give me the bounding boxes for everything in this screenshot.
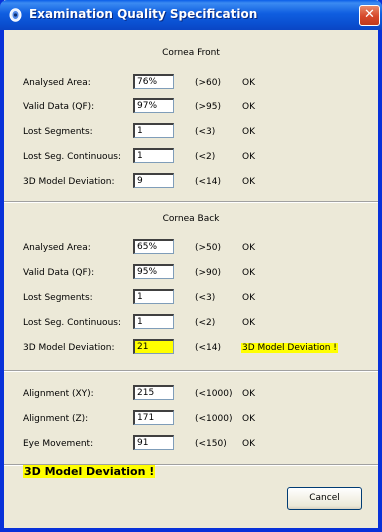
row-range: (>90)	[195, 268, 222, 278]
row-label: Eye Movement:	[23, 439, 94, 449]
value-field[interactable]: 1	[133, 314, 174, 329]
value-field[interactable]: 171	[133, 410, 174, 425]
row-label: Analysed Area:	[23, 243, 91, 253]
row-range: (>50)	[195, 243, 222, 253]
row-status: OK	[242, 243, 255, 253]
dialog-window: Examination Quality Specification ✕ Corn…	[0, 0, 382, 532]
row-label: Alignment (Z):	[23, 414, 89, 424]
row-status: OK	[242, 318, 255, 328]
row-range: (<1000)	[195, 389, 233, 399]
row-label: Valid Data (QF):	[23, 268, 95, 278]
section-divider	[4, 370, 378, 372]
row-status: OK	[242, 78, 255, 88]
dialog-content: Cornea Front Analysed Area: 76% (>60) OK…	[4, 30, 378, 528]
row-label: Lost Segments:	[23, 293, 93, 303]
window-title: Examination Quality Specification	[29, 7, 258, 21]
row-status: OK	[242, 127, 255, 137]
row-range: (>95)	[195, 102, 222, 112]
row-status: OK	[242, 268, 255, 278]
row-range: (>60)	[195, 78, 222, 88]
row-label: 3D Model Deviation:	[23, 177, 115, 187]
row-label: Lost Seg. Continuous:	[23, 152, 121, 162]
value-field[interactable]: 95%	[133, 264, 174, 279]
row-label: Analysed Area:	[23, 78, 91, 88]
row-status: OK	[242, 152, 255, 162]
value-field[interactable]: 215	[133, 385, 174, 400]
section-title-cornea-back: Cornea Back	[162, 214, 220, 224]
close-button[interactable]: ✕	[359, 5, 380, 26]
row-label: Alignment (XY):	[23, 389, 94, 399]
row-range: (<2)	[195, 318, 216, 328]
value-field[interactable]: 21	[133, 339, 174, 354]
value-field[interactable]: 97%	[133, 98, 174, 113]
row-range: (<14)	[195, 177, 222, 187]
row-label: 3D Model Deviation:	[23, 343, 115, 353]
value-field[interactable]: 9	[133, 173, 174, 188]
row-range: (<3)	[195, 127, 216, 137]
row-status: OK	[242, 439, 255, 449]
row-range: (<14)	[195, 343, 222, 353]
value-field[interactable]: 91	[133, 435, 174, 450]
row-range: (<1000)	[195, 414, 233, 424]
row-status: OK	[242, 177, 255, 187]
title-bar[interactable]: Examination Quality Specification ✕	[0, 0, 382, 30]
row-range: (<2)	[195, 152, 216, 162]
eye-icon	[9, 8, 22, 22]
value-field[interactable]: 1	[133, 289, 174, 304]
row-label: Valid Data (QF):	[23, 102, 95, 112]
row-status: OK	[242, 414, 255, 424]
row-status: OK	[242, 102, 255, 112]
row-status: OK	[242, 389, 255, 399]
cancel-button[interactable]: Cancel	[287, 487, 362, 510]
row-range: (<150)	[195, 439, 227, 449]
value-field[interactable]: 76%	[133, 74, 174, 89]
warning-message: 3D Model Deviation !	[23, 465, 156, 478]
value-field[interactable]: 1	[133, 123, 174, 138]
close-icon: ✕	[364, 7, 375, 22]
row-status: OK	[242, 293, 255, 303]
row-label: Lost Seg. Continuous:	[23, 318, 121, 328]
section-title-cornea-front: Cornea Front	[162, 48, 220, 58]
value-field[interactable]: 1	[133, 148, 174, 163]
row-label: Lost Segments:	[23, 127, 93, 137]
status-warning: 3D Model Deviation !	[241, 343, 338, 353]
section-divider	[4, 201, 378, 203]
value-field[interactable]: 65%	[133, 239, 174, 254]
row-range: (<3)	[195, 293, 216, 303]
